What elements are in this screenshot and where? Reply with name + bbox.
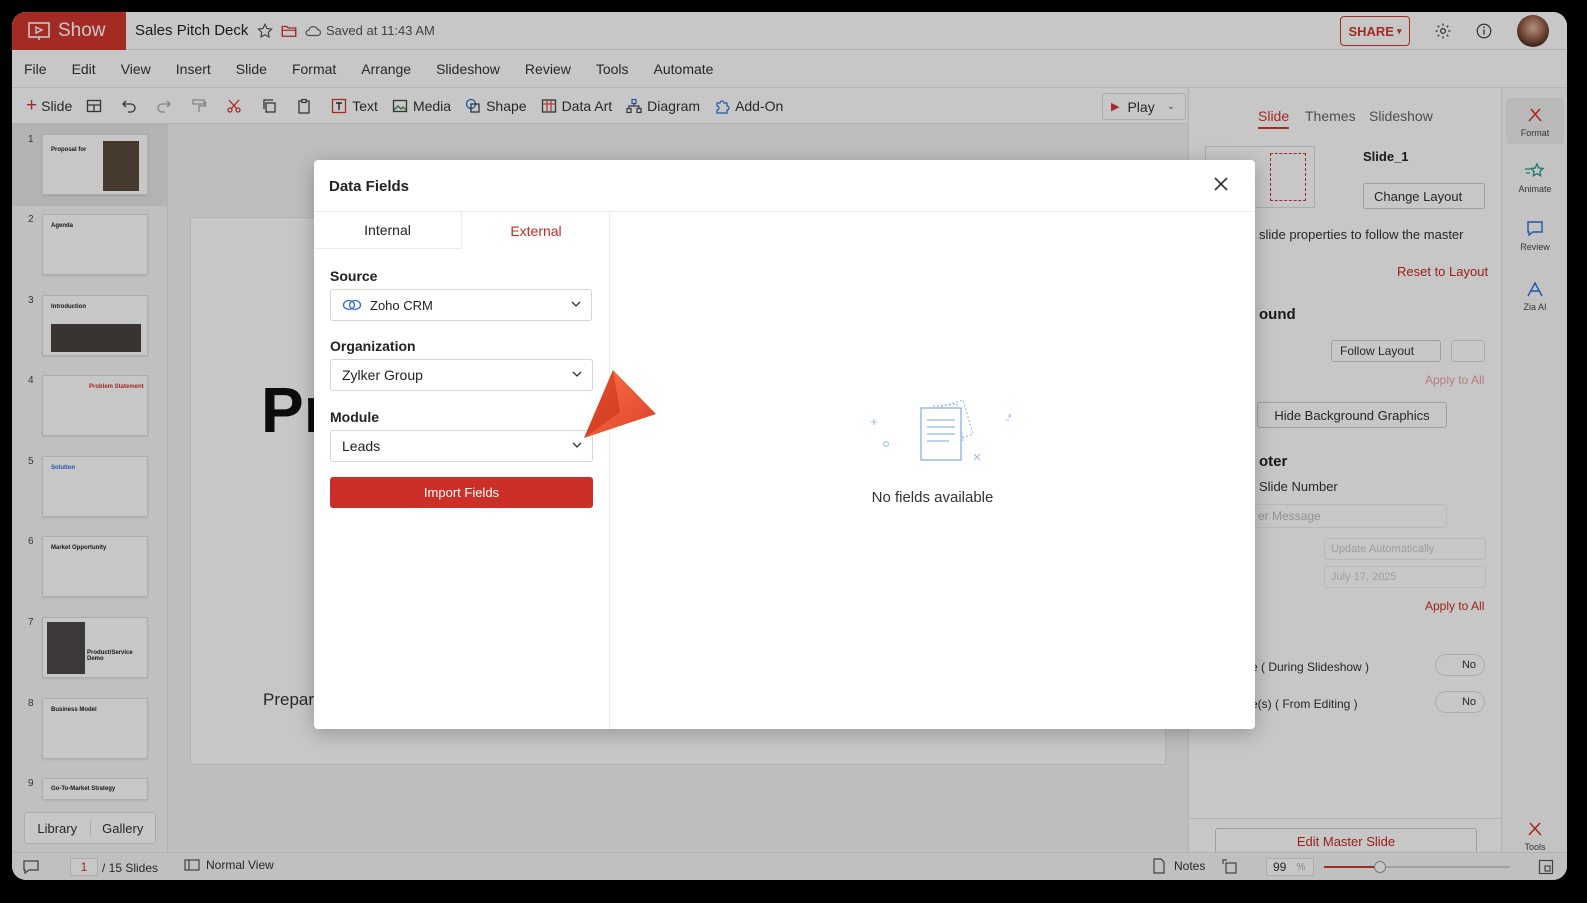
dialog-form-column: Internal External Source Zoho CRM Organi… (314, 212, 610, 729)
empty-documents-icon (871, 399, 1011, 461)
organization-label: Organization (330, 338, 416, 354)
zoho-crm-icon (342, 299, 362, 311)
empty-state-text: No fields available (871, 489, 994, 506)
organization-select[interactable]: Zylker Group (330, 359, 593, 391)
source-select[interactable]: Zoho CRM (330, 289, 592, 321)
source-value: Zoho CRM (370, 297, 433, 313)
chevron-down-icon (571, 301, 581, 307)
dialog-title: Data Fields (329, 178, 410, 195)
app-window: Show Sales Pitch Deck Saved at 11:43 AM … (12, 12, 1567, 880)
tab-external[interactable]: External (462, 212, 610, 249)
tab-external-label: External (510, 222, 562, 239)
import-fields-button[interactable]: Import Fields (330, 477, 593, 508)
close-icon[interactable] (1214, 177, 1228, 191)
pointer-arrow-icon (584, 370, 656, 438)
module-value: Leads (342, 438, 381, 454)
module-select[interactable]: Leads (330, 430, 593, 462)
import-fields-label: Import Fields (423, 485, 500, 500)
source-label: Source (330, 268, 378, 284)
tab-internal[interactable]: Internal (314, 212, 462, 249)
data-fields-dialog: Data Fields Internal External Source Zoh… (314, 160, 1255, 729)
module-label: Module (330, 409, 379, 425)
tab-internal-label: Internal (364, 222, 411, 238)
organization-value: Zylker Group (342, 367, 423, 383)
